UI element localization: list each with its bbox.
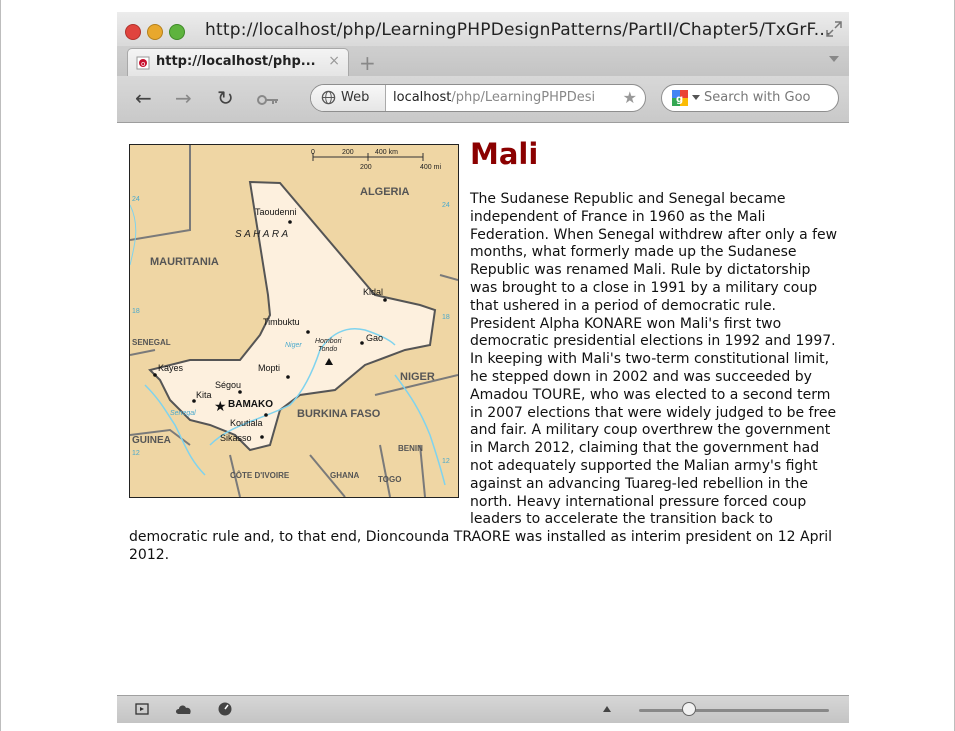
fullscreen-icon[interactable] [825, 20, 843, 38]
gauge-icon[interactable] [217, 701, 233, 717]
search-input[interactable]: Search with Goo [704, 90, 811, 105]
zoom-window-button[interactable] [169, 24, 185, 40]
browser-window: http://localhost/php/LearningPHPDesignPa… [117, 12, 849, 723]
play-icon[interactable] [135, 701, 151, 717]
map-scale-zero: 0 [311, 149, 315, 156]
minimize-window-button[interactable] [147, 24, 163, 40]
address-bar[interactable]: Web localhost/php/LearningPHPDesi ★ [310, 84, 646, 112]
close-window-button[interactable] [125, 24, 141, 40]
engine-chevron-down-icon[interactable] [692, 95, 700, 100]
article-body: The Sudanese Republic and Senegal became… [129, 191, 841, 565]
php-favicon-icon: o [136, 56, 150, 70]
navigation-toolbar: ← → ↻ Web localhost/php/LearningPHPDesi … [117, 76, 849, 123]
bookmark-star-icon[interactable]: ★ [623, 88, 637, 107]
url-path: /php/LearningPHPDesi [451, 90, 596, 105]
zoom-slider-knob[interactable] [682, 702, 696, 716]
tab-label: http://localhost/php... [156, 54, 316, 69]
map-scale-200mi: 200 [360, 164, 372, 171]
tab-list-chevron-down-icon[interactable] [829, 56, 839, 62]
cloud-icon[interactable] [175, 701, 191, 717]
window-title: http://localhost/php/LearningPHPDesignPa… [205, 20, 831, 40]
map-scale-200km: 200 [342, 149, 354, 156]
forward-arrow-icon[interactable]: → [175, 86, 192, 110]
search-bar[interactable]: g Search with Goo [661, 84, 839, 112]
map-scale-400mi: 400 mi [420, 164, 441, 171]
url-field[interactable]: localhost/php/LearningPHPDesi [393, 90, 613, 105]
back-arrow-icon[interactable]: ← [135, 86, 152, 110]
tab-bar: o http://localhost/php... × + [117, 46, 849, 77]
svg-text:g: g [676, 94, 683, 105]
url-host: localhost [393, 90, 452, 105]
svg-text:o: o [141, 60, 145, 68]
reload-icon[interactable]: ↻ [217, 86, 234, 110]
page-frame-left [0, 0, 1, 731]
globe-icon [321, 90, 336, 105]
map-float-spacer [129, 191, 470, 515]
add-on-bar [117, 695, 849, 723]
page-heading: Mali [470, 137, 539, 171]
page-content: 0 200 400 km 200 400 mi ALGERIA Taoudenn… [117, 123, 849, 695]
google-icon: g [672, 90, 688, 106]
zoom-up-arrow-icon[interactable] [603, 706, 611, 712]
zoom-slider-track[interactable] [639, 709, 829, 712]
tab-close-icon[interactable]: × [328, 53, 340, 69]
map-scale-400km: 400 km [375, 149, 398, 156]
site-identity-button[interactable]: Web [311, 85, 386, 111]
key-icon[interactable] [257, 88, 279, 112]
tab-active[interactable]: o http://localhost/php... × [127, 48, 349, 77]
identity-label: Web [341, 90, 370, 105]
new-tab-button[interactable]: + [359, 51, 376, 75]
